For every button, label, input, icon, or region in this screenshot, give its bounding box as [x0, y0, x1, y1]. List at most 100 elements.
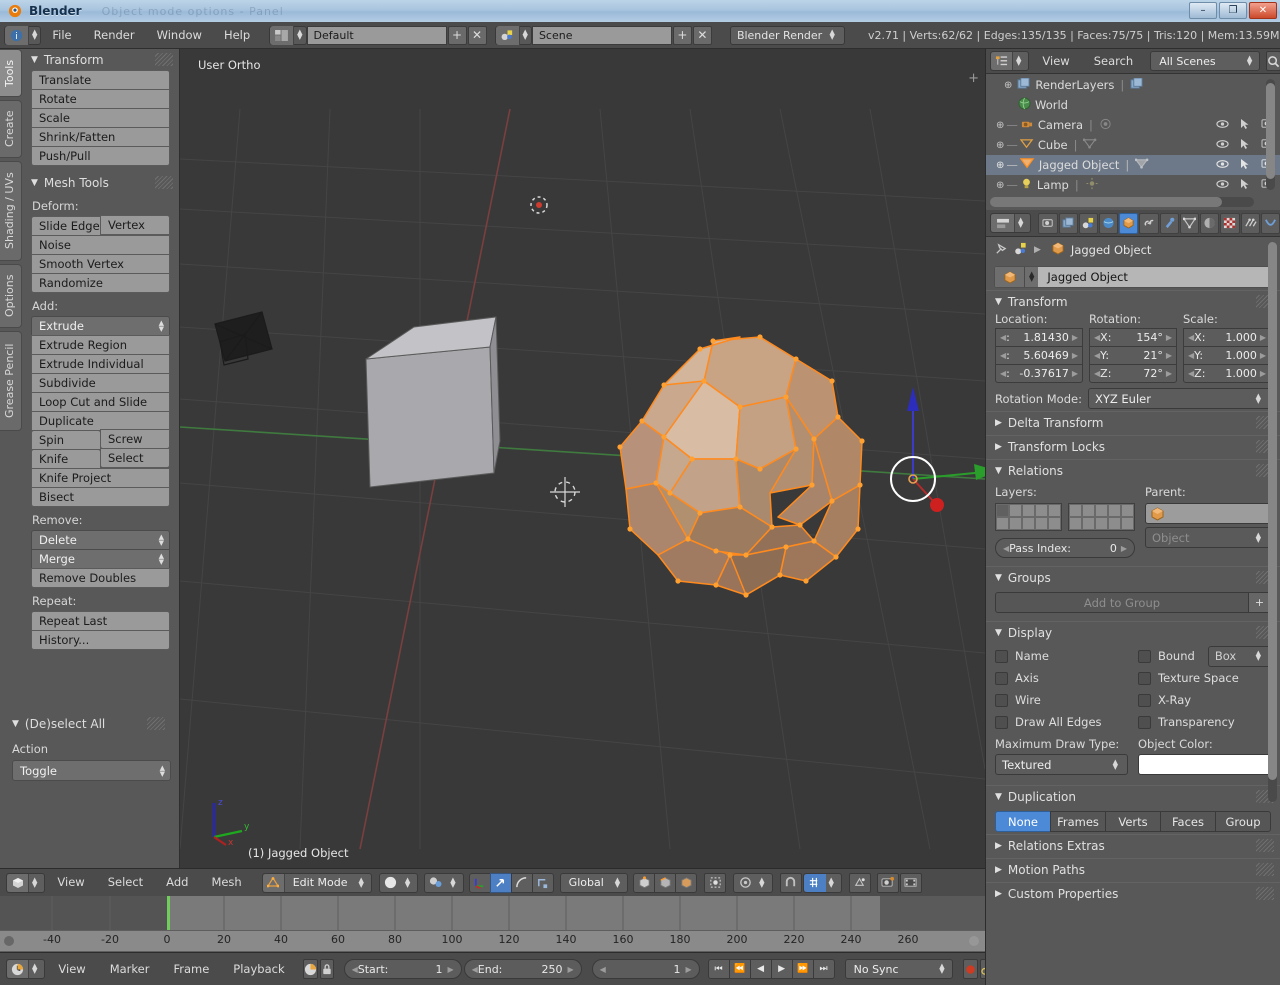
- close-button[interactable]: ✕: [1249, 2, 1277, 19]
- editor-type-selector-properties[interactable]: ▲▼: [990, 213, 1031, 233]
- scale-button[interactable]: Scale: [31, 108, 170, 128]
- display-check-transparency[interactable]: Transparency: [1138, 711, 1271, 733]
- search-icon[interactable]: [1266, 51, 1280, 71]
- scale-y-field[interactable]: ◀ Y: 1.000 ▶: [1183, 346, 1271, 365]
- maximize-button[interactable]: ❐: [1219, 2, 1247, 19]
- max-draw-type-selector[interactable]: Textured ▲▼: [995, 754, 1128, 775]
- manipulator-scale-icon[interactable]: [532, 873, 554, 893]
- bound-type-selector[interactable]: Box ▲▼: [1208, 646, 1271, 667]
- layer-cell[interactable]: [1082, 517, 1095, 530]
- panel-header-mesh-tools[interactable]: ▼ Mesh Tools: [22, 172, 179, 193]
- noise-button[interactable]: Noise: [31, 235, 170, 255]
- menu-window[interactable]: Window: [146, 26, 213, 45]
- right-arrow-icon[interactable]: ▶: [1072, 369, 1078, 378]
- layer-cell[interactable]: [1069, 504, 1082, 517]
- manipulator-rotate-icon[interactable]: [511, 873, 533, 893]
- layer-cell[interactable]: [1048, 517, 1061, 530]
- end-frame-field[interactable]: ◀ End: 250 ▶: [464, 959, 582, 979]
- checkbox-icon[interactable]: [995, 672, 1008, 685]
- layer-cell[interactable]: [1022, 504, 1035, 517]
- add-screen-layout-button[interactable]: +: [448, 26, 467, 45]
- cursor-arrow-icon[interactable]: [1240, 118, 1250, 133]
- remove-scene-button[interactable]: ✕: [693, 26, 712, 45]
- scene-field[interactable]: Scene: [532, 26, 672, 45]
- push-pull-button[interactable]: Push/Pull: [31, 146, 170, 166]
- limit-selection-visible-icon[interactable]: [704, 873, 726, 893]
- rotation-z-field[interactable]: ◀ Z: 72° ▶: [1089, 364, 1177, 383]
- viewport-add-panel-icon[interactable]: +: [968, 71, 979, 86]
- menu-render[interactable]: Render: [83, 26, 146, 45]
- parent-type-selector[interactable]: Object ▲▼: [1145, 527, 1271, 548]
- extrude-individual-button[interactable]: Extrude Individual: [31, 354, 170, 374]
- panel-header-delta-transform[interactable]: ▶ Delta Transform: [986, 411, 1280, 433]
- layer-cell[interactable]: [1095, 504, 1108, 517]
- translate-button[interactable]: Translate: [31, 70, 170, 90]
- bisect-button[interactable]: Bisect: [31, 487, 170, 507]
- outliner-row-lamp[interactable]: ⊕ — Lamp |: [986, 175, 1280, 194]
- outliner-row-camera[interactable]: ⊕ — Camera |: [986, 115, 1280, 135]
- layer-grid[interactable]: [995, 503, 1135, 531]
- mesh-display-overlay-icon[interactable]: [849, 873, 871, 893]
- expand-plus-icon[interactable]: ⊕: [996, 120, 1004, 131]
- right-arrow-icon[interactable]: ▶: [447, 965, 453, 974]
- timeline-menu-frame[interactable]: Frame: [162, 960, 220, 979]
- current-frame-field[interactable]: ◀ 1 ▶: [592, 959, 700, 979]
- editor-type-selector[interactable]: i ▲▼: [4, 26, 41, 45]
- outliner-vertical-scrollbar[interactable]: [1266, 79, 1275, 190]
- remove-screen-layout-button[interactable]: ✕: [468, 26, 487, 45]
- layer-cell[interactable]: [1009, 504, 1022, 517]
- history-button[interactable]: History...: [31, 630, 170, 650]
- loop-cut-and-slide-button[interactable]: Loop Cut and Slide: [31, 392, 170, 412]
- display-check-axis[interactable]: Axis: [995, 667, 1128, 689]
- merge-dropdown[interactable]: Merge ▲▼: [31, 549, 170, 569]
- knife-project-button[interactable]: Knife Project: [31, 468, 170, 488]
- outliner-menu-search[interactable]: Search: [1083, 52, 1145, 71]
- duplicate-button[interactable]: Duplicate: [31, 411, 170, 431]
- layer-cell[interactable]: [1121, 504, 1134, 517]
- panel-header-object-transform[interactable]: ▼ Transform: [986, 290, 1280, 312]
- rotation-mode-selector[interactable]: XYZ Euler ▲▼: [1088, 388, 1271, 409]
- subdivide-button[interactable]: Subdivide: [31, 373, 170, 393]
- editor-type-selector-viewport[interactable]: ▲▼: [6, 873, 45, 893]
- shrink-fatten-button[interactable]: Shrink/Fatten: [31, 127, 170, 147]
- world-tab-icon[interactable]: [1099, 213, 1118, 234]
- texture-tab-icon[interactable]: [1220, 213, 1239, 234]
- panel-header-duplication[interactable]: ▼ Duplication: [986, 785, 1280, 807]
- outliner-menu-view[interactable]: View: [1031, 52, 1080, 71]
- rotate-button[interactable]: Rotate: [31, 89, 170, 109]
- panel-header-display[interactable]: ▼ Display: [986, 621, 1280, 643]
- panel-header-deselect-all[interactable]: ▼ (De)select All: [8, 713, 171, 734]
- object-name-field[interactable]: ▲▼ Jagged Object: [994, 266, 1272, 288]
- scene-icon-group[interactable]: ▲▼: [495, 26, 532, 45]
- vertex-select-icon[interactable]: [633, 873, 655, 893]
- timeline-menu-playback[interactable]: Playback: [222, 960, 295, 979]
- start-frame-field[interactable]: ◀ Start: 1 ▶: [344, 959, 462, 979]
- duplication-frames-button[interactable]: Frames: [1050, 811, 1106, 832]
- viewport-shading-selector[interactable]: ▲▼: [379, 873, 418, 893]
- physics-tab-icon[interactable]: [1261, 213, 1280, 234]
- expand-plus-icon[interactable]: ⊕: [996, 160, 1004, 171]
- layer-cell[interactable]: [1108, 517, 1121, 530]
- jump-back-keyframe-button[interactable]: ⏪: [729, 959, 751, 979]
- panel-header-transform-locks[interactable]: ▶ Transform Locks: [986, 435, 1280, 457]
- expand-plus-icon[interactable]: ⊕: [996, 180, 1004, 191]
- tab-tools[interactable]: Tools: [0, 49, 22, 97]
- chevron-updown-icon[interactable]: ▲▼: [1025, 267, 1038, 287]
- panel-header-groups[interactable]: ▼ Groups: [986, 566, 1280, 588]
- render-engine-selector[interactable]: Blender Render ▲▼: [730, 26, 845, 45]
- viewport-menu-select[interactable]: Select: [97, 873, 154, 892]
- display-check-bound[interactable]: Bound Box ▲▼: [1138, 645, 1271, 667]
- layer-cell[interactable]: [996, 504, 1009, 517]
- sync-mode-selector[interactable]: No Sync ▲▼: [845, 959, 953, 979]
- layer-cell[interactable]: [1009, 517, 1022, 530]
- layer-cell[interactable]: [1035, 504, 1048, 517]
- randomize-button[interactable]: Randomize: [31, 273, 170, 293]
- face-select-icon[interactable]: [675, 873, 697, 893]
- cursor-arrow-icon[interactable]: [1240, 138, 1250, 153]
- modifiers-tab-icon[interactable]: [1160, 213, 1179, 234]
- properties-vertical-scrollbar[interactable]: [1268, 242, 1277, 802]
- cursor-arrow-icon[interactable]: [1240, 178, 1250, 193]
- lock-icon[interactable]: [320, 959, 334, 979]
- knife-button[interactable]: Knife: [31, 449, 101, 469]
- timeline-menu-view[interactable]: View: [47, 960, 96, 979]
